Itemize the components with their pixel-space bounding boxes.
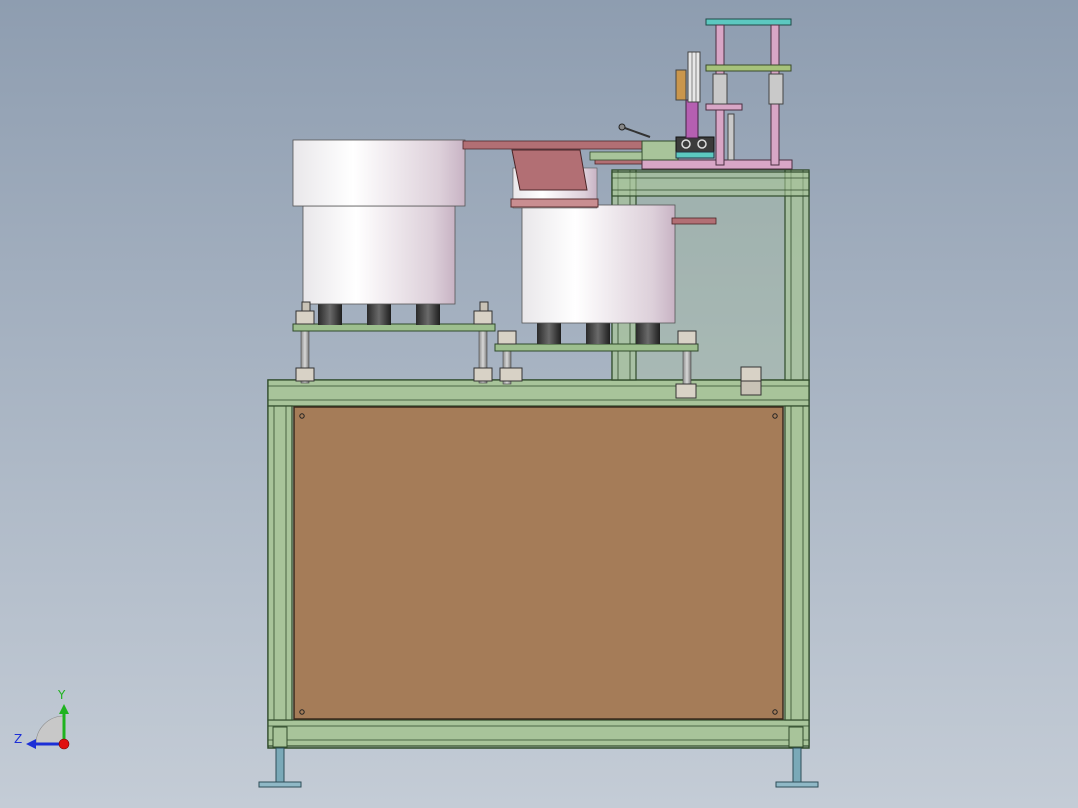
z-axis-label: Z <box>14 732 23 746</box>
left-bowl-feeder <box>292 139 496 384</box>
machine-model-drawing[interactable] <box>0 0 1078 808</box>
axis-triad <box>26 704 70 750</box>
y-axis-label: Y <box>58 688 66 702</box>
cabinet-panel <box>293 406 784 720</box>
cad-viewport[interactable]: Y Z <box>0 0 1078 808</box>
x-axis-dot <box>58 738 70 750</box>
